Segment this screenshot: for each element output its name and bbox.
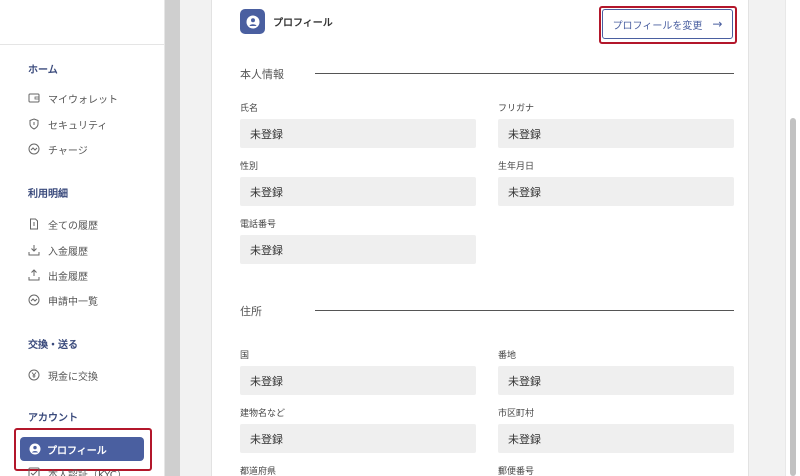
gender-field: 未登録	[240, 177, 476, 206]
edit-profile-button[interactable]: プロフィールを変更 →	[602, 9, 733, 39]
field-label: 建物名など	[240, 409, 286, 419]
pending-icon	[28, 294, 40, 306]
sidebar-item-charge[interactable]: チャージ	[28, 140, 88, 158]
sidebar-item-security[interactable]: セキュリティ	[28, 115, 107, 133]
gutter	[165, 0, 180, 476]
street-number-field: 未登録	[498, 366, 734, 395]
sidebar-item-pending[interactable]: 申請中一覧	[28, 291, 98, 309]
user-circle-icon	[29, 443, 41, 455]
user-circle-icon	[240, 9, 265, 34]
scrollbar-thumb[interactable]	[790, 118, 796, 476]
furigana-field: 未登録	[498, 119, 734, 148]
yen-icon	[28, 369, 40, 381]
sidebar-item-label: 出金履歴	[48, 271, 88, 283]
field-label: 性別	[240, 162, 259, 172]
building-field: 未登録	[240, 424, 476, 453]
birthdate-field: 未登録	[498, 177, 734, 206]
sidebar-item-label: チャージ	[48, 145, 88, 157]
sidebar-item-withdraw-history[interactable]: 出金履歴	[28, 266, 88, 284]
field-label: 番地	[498, 351, 517, 361]
sidebar: ホーム マイウォレット セキュリティ チャージ 利用明細 全ての履歴 入金履歴 …	[0, 0, 165, 476]
sidebar-item-label: 入金履歴	[48, 246, 88, 258]
sidebar-item-deposit-history[interactable]: 入金履歴	[28, 241, 88, 259]
section-title-home: ホーム	[28, 65, 58, 76]
section-title-account: アカウント	[28, 413, 78, 424]
field-label: 氏名	[240, 104, 259, 114]
sidebar-item-label: 全ての履歴	[48, 220, 98, 232]
field-label: 郵便番号	[498, 467, 535, 476]
field-label: 都道府県	[240, 467, 277, 476]
name-field: 未登録	[240, 119, 476, 148]
sidebar-item-wallet[interactable]: マイウォレット	[28, 89, 118, 107]
arrow-right-icon: →	[712, 17, 723, 31]
sidebar-item-all-history[interactable]: 全ての履歴	[28, 215, 98, 233]
section-title-exchange: 交換・送る	[28, 340, 78, 351]
edit-profile-label: プロフィールを変更	[612, 20, 703, 32]
sidebar-item-label: マイウォレット	[48, 94, 118, 106]
shield-icon	[28, 118, 40, 130]
field-label: フリガナ	[498, 104, 535, 114]
divider	[315, 310, 734, 311]
sidebar-item-label: 現金に交換	[48, 371, 98, 383]
field-label: 市区町村	[498, 409, 535, 419]
field-label: 生年月日	[498, 162, 535, 172]
charge-icon	[28, 143, 40, 155]
page-title: プロフィール	[273, 18, 333, 29]
sidebar-item-label: セキュリティ	[48, 120, 108, 132]
country-field: 未登録	[240, 366, 476, 395]
divider	[0, 44, 164, 45]
sidebar-item-exchange-cash[interactable]: 現金に交換	[28, 366, 98, 384]
download-icon	[28, 244, 40, 256]
section-heading-personal: 本人情報	[240, 68, 284, 81]
sidebar-item-kyc[interactable]: 本人認証（KYC）	[28, 464, 127, 476]
checkbox-icon	[28, 467, 40, 476]
upload-icon	[28, 269, 40, 281]
city-field: 未登録	[498, 424, 734, 453]
section-heading-address: 住所	[240, 305, 262, 318]
field-label: 電話番号	[240, 220, 277, 230]
sidebar-item-label: プロフィール	[47, 445, 107, 457]
sidebar-item-label: 本人認証（KYC）	[48, 469, 127, 476]
document-icon	[28, 218, 40, 230]
section-title-history: 利用明細	[28, 189, 68, 200]
sidebar-item-label: 申請中一覧	[48, 296, 98, 308]
phone-field: 未登録	[240, 235, 476, 264]
divider	[315, 73, 734, 74]
field-label: 国	[240, 351, 250, 361]
sidebar-item-profile[interactable]: プロフィール	[20, 437, 144, 461]
wallet-icon	[28, 92, 40, 104]
